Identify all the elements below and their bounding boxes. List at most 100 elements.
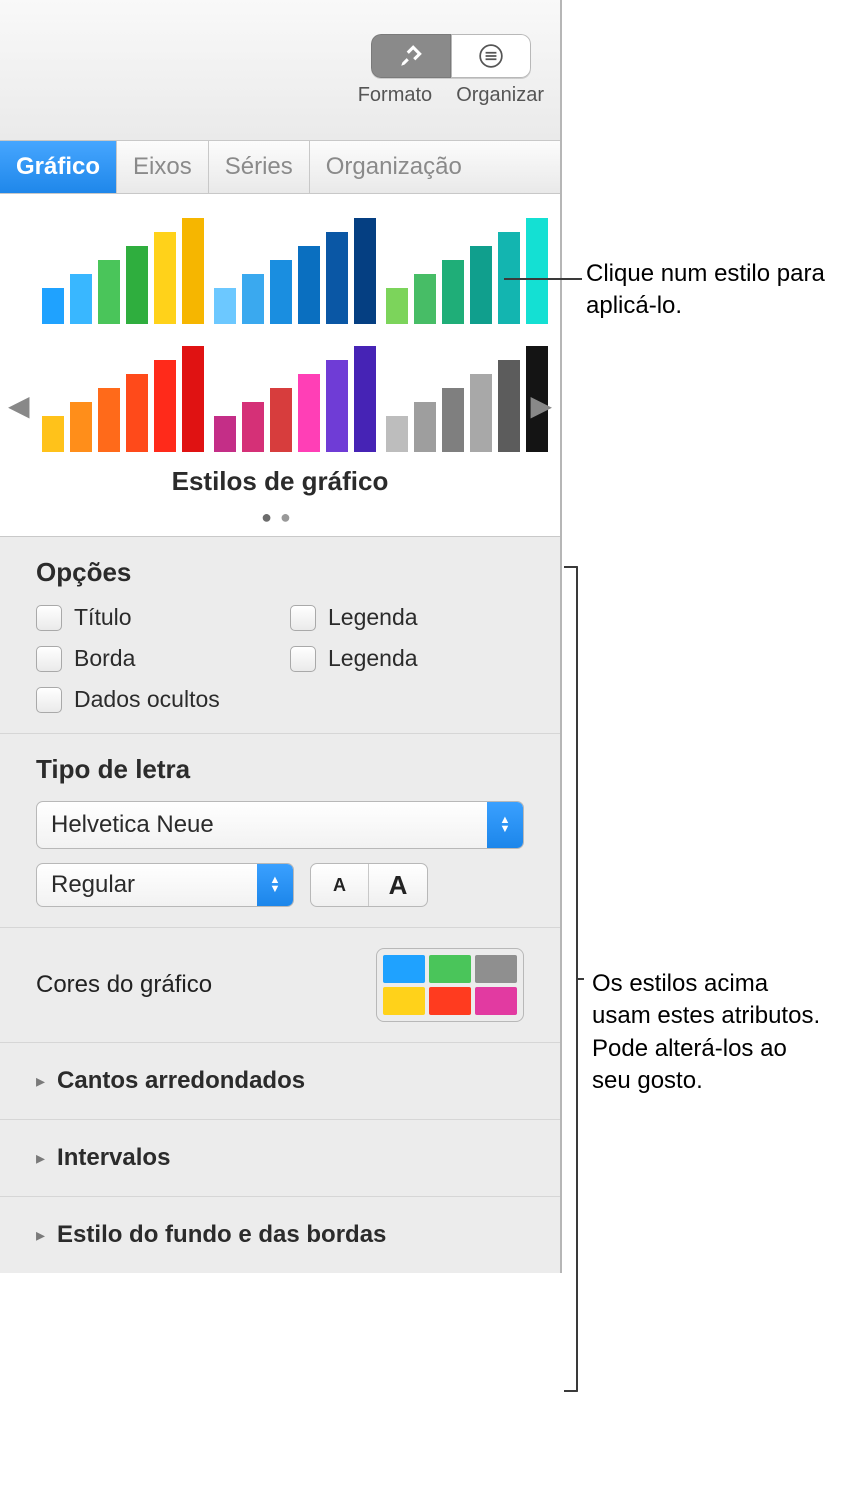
top-toolbar: Formato Organizar [0,0,560,140]
bar-icon [42,416,64,452]
font-weight-select[interactable]: Regular ▲▼ [36,863,294,907]
chevron-up-down-icon: ▲▼ [487,802,523,848]
bar-icon [354,346,376,452]
bar-icon [326,360,348,452]
bar-icon [354,218,376,324]
chart-style-thumb-3[interactable] [386,214,548,324]
bar-icon [242,274,264,324]
bar-icon [98,260,120,324]
color-swatch [475,987,517,1015]
checkbox-title-label: Título [74,604,132,631]
bar-icon [214,288,236,324]
disclosure-background-borders[interactable]: ▸ Estilo do fundo e das bordas [0,1197,560,1273]
styles-next[interactable]: ▶ [530,389,552,422]
chevron-right-icon: ▸ [36,1225,45,1246]
chevron-up-down-icon: ▲▼ [257,864,293,906]
styles-prev[interactable]: ◀ [8,389,30,422]
callout-leader [578,978,584,980]
bar-icon [242,402,264,452]
checkbox-border-label: Borda [74,645,135,672]
checkbox-legend-2[interactable]: Legenda [290,645,524,672]
font-family-select[interactable]: Helvetica Neue ▲▼ [36,801,524,849]
bar-icon [126,374,148,452]
inspector-tabs: Gráfico Eixos Séries Organização [0,140,560,194]
tab-arrange[interactable]: Organização [310,141,560,193]
disclosure-rounded-corners[interactable]: ▸ Cantos arredondados [0,1043,560,1120]
bar-icon [270,260,292,324]
tab-series[interactable]: Séries [209,141,310,193]
chart-style-thumb-4[interactable] [42,342,204,452]
bar-icon [42,288,64,324]
bar-icon [442,388,464,452]
disclosure-bg-label: Estilo do fundo e das bordas [57,1221,386,1249]
font-size-decrease[interactable]: A [311,864,369,906]
font-family-value: Helvetica Neue [37,811,487,839]
options-section: Opções Título Legenda Borda Legenda Dado… [0,537,560,734]
checkbox-legend1-label: Legenda [328,604,418,631]
color-swatch [475,955,517,983]
checkbox-legend-1[interactable]: Legenda [290,604,524,631]
bar-icon [70,274,92,324]
bar-icon [126,246,148,324]
chart-styles-area: ◀ ▶ Estilos de gráfico ●● [0,194,560,537]
callout-bracket [564,566,578,1392]
callout-attributes: Os estilos acima usam estes atributos. P… [592,968,832,1098]
disclosure-intervals-label: Intervalos [57,1144,170,1172]
color-swatch [383,987,425,1015]
checkbox-legend2-label: Legenda [328,645,418,672]
color-swatch [383,955,425,983]
chart-style-thumb-5[interactable] [214,342,376,452]
bar-icon [414,274,436,324]
font-header: Tipo de letra [36,754,524,785]
tab-chart[interactable]: Gráfico [0,141,117,193]
bar-icon [414,402,436,452]
font-size-increase[interactable]: A [369,864,427,906]
bar-icon [182,346,204,452]
chart-colors-section: Cores do gráfico [0,928,560,1043]
chart-style-thumb-2[interactable] [214,214,376,324]
checkbox-hidden-label: Dados ocultos [74,686,220,713]
tab-axes[interactable]: Eixos [117,141,209,193]
disclosure-intervals[interactable]: ▸ Intervalos [0,1120,560,1197]
styles-title: Estilos de gráfico [6,466,554,497]
font-section: Tipo de letra Helvetica Neue ▲▼ Regular … [0,734,560,928]
bar-icon [326,232,348,324]
organize-label: Organizar [456,84,544,107]
bar-icon [470,246,492,324]
chart-colors-well[interactable] [376,948,524,1022]
bar-icon [498,360,520,452]
chevron-right-icon: ▸ [36,1071,45,1092]
font-size-stepper: A A [310,863,428,907]
chart-style-thumb-6[interactable] [386,342,548,452]
bar-icon [70,402,92,452]
bar-icon [386,416,408,452]
bar-icon [298,374,320,452]
format-button[interactable] [371,34,451,78]
organize-button[interactable] [451,34,531,78]
color-swatch [429,987,471,1015]
chart-style-thumb-1[interactable] [42,214,204,324]
checkbox-border[interactable]: Borda [36,645,270,672]
bar-icon [154,360,176,452]
chevron-right-icon: ▸ [36,1148,45,1169]
bar-icon [298,246,320,324]
bar-icon [154,232,176,324]
bar-icon [470,374,492,452]
bar-icon [98,388,120,452]
chart-colors-label: Cores do gráfico [36,971,212,999]
bar-icon [214,416,236,452]
checkbox-title[interactable]: Título [36,604,270,631]
checkbox-hidden-data[interactable]: Dados ocultos [36,686,270,713]
callout-styles: Clique num estilo para aplicá-lo. [586,258,836,323]
options-header: Opções [36,557,524,588]
styles-page-dots: ●● [6,507,554,528]
color-swatch [429,955,471,983]
bar-icon [182,218,204,324]
bar-icon [386,288,408,324]
bar-icon [270,388,292,452]
disclosure-rounded-label: Cantos arredondados [57,1067,305,1095]
callout-leader [504,278,582,280]
format-label: Formato [358,84,432,107]
lines-icon [478,43,504,69]
paintbrush-icon [398,43,424,69]
